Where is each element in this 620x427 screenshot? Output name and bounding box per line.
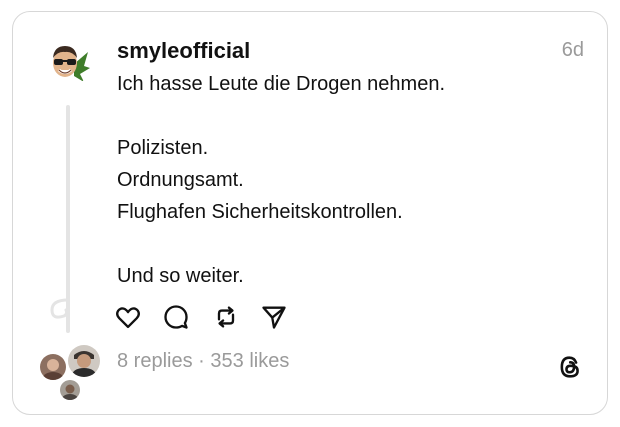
post-line bbox=[117, 228, 557, 260]
heart-icon bbox=[116, 307, 140, 329]
post-line bbox=[117, 100, 557, 132]
post-line: Flughafen Sicherheitskontrollen. bbox=[117, 201, 403, 223]
like-button[interactable] bbox=[114, 303, 142, 331]
share-icon bbox=[262, 306, 286, 329]
profile-avatar[interactable] bbox=[44, 38, 92, 86]
thread-loop-icon bbox=[50, 298, 70, 319]
post-stats: 8 replies · 353 likes bbox=[117, 350, 289, 373]
replier-avatar bbox=[58, 378, 82, 402]
username[interactable]: smyleofficial bbox=[117, 38, 250, 64]
threads-icon bbox=[560, 356, 579, 378]
comment-icon bbox=[164, 305, 188, 329]
post-text: Ich hasse Leute die Drogen nehmen. Poliz… bbox=[117, 68, 557, 292]
replies-count[interactable]: 8 replies bbox=[117, 350, 193, 372]
replier-avatar bbox=[38, 352, 68, 382]
avatar-illustration bbox=[44, 38, 92, 86]
post-line: Polizisten. bbox=[117, 137, 209, 159]
share-button[interactable] bbox=[260, 303, 288, 331]
post-line: Ordnungsamt. bbox=[117, 169, 244, 191]
repost-icon bbox=[217, 306, 235, 328]
comment-button[interactable] bbox=[162, 303, 190, 331]
threads-logo[interactable] bbox=[556, 353, 584, 381]
post-line: Und so weiter. bbox=[117, 265, 244, 287]
replier-avatar bbox=[66, 343, 102, 379]
stats-separator: · bbox=[198, 350, 205, 372]
post-line: Ich hasse Leute die Drogen nehmen. bbox=[117, 73, 445, 95]
likes-count[interactable]: 353 likes bbox=[210, 350, 289, 372]
post-timestamp: 6d bbox=[561, 39, 584, 61]
repost-button[interactable] bbox=[212, 303, 240, 331]
